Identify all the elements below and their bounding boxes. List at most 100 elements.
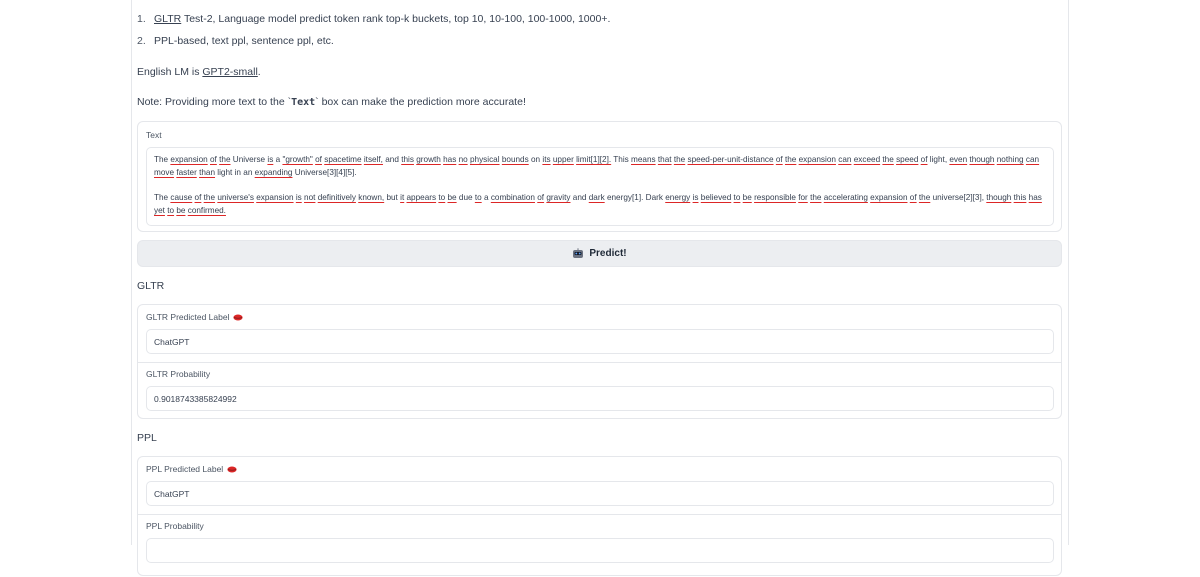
text-token: yet bbox=[154, 205, 165, 215]
text-token: is bbox=[267, 155, 274, 164]
text-token: faster bbox=[176, 167, 197, 177]
gltr-probability-title: GLTR Probability bbox=[146, 369, 211, 379]
text-token: appears bbox=[406, 193, 437, 203]
text-token: than bbox=[199, 167, 216, 177]
text-token: an bbox=[243, 167, 253, 177]
text-token: combination bbox=[490, 193, 535, 203]
text-token: expansion bbox=[798, 155, 836, 164]
gltr-predicted-label-title: GLTR Predicted Label bbox=[146, 312, 244, 322]
text-token: bounds bbox=[501, 155, 529, 164]
text-token: means bbox=[631, 155, 656, 164]
text-token: it bbox=[400, 193, 405, 203]
text-token: this bbox=[401, 155, 414, 164]
list-text-rest: Test-2, Language model predict token ran… bbox=[181, 13, 611, 25]
gltr-probability-value[interactable]: 0.9018743385824992 bbox=[146, 386, 1054, 411]
ppl-predicted-label-field: PPL Predicted Label ChatGPT bbox=[138, 457, 1061, 514]
text-card: Text The expansion of the Universe is a … bbox=[137, 121, 1062, 232]
text-token: light, bbox=[929, 155, 948, 164]
text-token: energy bbox=[665, 193, 691, 203]
text-token: the bbox=[918, 193, 931, 203]
text-token: nothing bbox=[996, 155, 1024, 164]
text-input[interactable]: The expansion of the Universe is a "grow… bbox=[146, 147, 1054, 226]
text-token: Universe[3][4][5]. bbox=[294, 167, 357, 177]
text-token: the bbox=[219, 155, 231, 164]
field-label-text: GLTR Predicted Label bbox=[146, 312, 230, 322]
lm-info: English LM is GPT2-small. bbox=[137, 66, 261, 78]
text-token: in bbox=[234, 167, 241, 177]
text-token: speed bbox=[896, 155, 919, 164]
text-token: can bbox=[1025, 155, 1040, 164]
text-token: can bbox=[838, 155, 852, 164]
text-token: though bbox=[969, 155, 995, 164]
lm-prefix: English LM is bbox=[137, 66, 203, 78]
text-token: to bbox=[438, 193, 446, 203]
text-token: the bbox=[810, 193, 822, 203]
text-token: the bbox=[203, 193, 216, 203]
lm-suffix: . bbox=[257, 66, 261, 78]
text-token: the bbox=[882, 155, 894, 164]
list-number: 1. bbox=[137, 13, 146, 25]
text-token: but bbox=[386, 193, 398, 203]
text-token: gravity bbox=[546, 193, 571, 203]
gltr-predicted-label-value[interactable]: ChatGPT bbox=[146, 329, 1054, 354]
text-token: of bbox=[315, 155, 322, 164]
text-token: the bbox=[784, 155, 797, 164]
text-token: be bbox=[447, 193, 457, 203]
text-token: itself, bbox=[363, 155, 383, 164]
text-token: The bbox=[154, 155, 169, 164]
text-token: growth bbox=[416, 155, 441, 164]
text-token: Dark bbox=[645, 193, 663, 203]
predict-label: Predict! bbox=[589, 248, 627, 259]
text-token: This bbox=[613, 155, 629, 164]
text-token: a bbox=[275, 155, 281, 164]
predict-button[interactable]: Predict! bbox=[137, 240, 1062, 267]
text-token: "growth" bbox=[282, 155, 313, 164]
gltr-predicted-label-field: GLTR Predicted Label ChatGPT bbox=[138, 305, 1061, 362]
notes-list: 1. GLTR Test-2, Language model predict t… bbox=[137, 12, 1062, 56]
text-token: due bbox=[458, 193, 473, 203]
text-token: for bbox=[798, 193, 808, 203]
ppl-title: PPL bbox=[137, 432, 157, 444]
text-label: Text bbox=[146, 130, 162, 140]
text-token: of bbox=[775, 155, 783, 164]
list-text: PPL-based, text ppl, sentence ppl, etc. bbox=[154, 35, 334, 47]
text-token: a bbox=[483, 193, 489, 203]
text-token: its bbox=[542, 155, 551, 164]
text-token: definitively bbox=[317, 193, 356, 203]
text-token: of bbox=[909, 193, 917, 203]
list-number: 2. bbox=[137, 35, 146, 47]
text-token: universe[2][3], bbox=[932, 193, 985, 203]
text-token: universe's bbox=[217, 193, 254, 203]
lips-emoji-icon bbox=[227, 466, 237, 473]
text-token: be bbox=[176, 205, 186, 215]
text-token: to bbox=[733, 193, 741, 203]
text-token: on bbox=[531, 155, 541, 164]
note-prefix: Note: Providing more text to the ` bbox=[137, 96, 292, 108]
text-token: dark bbox=[588, 193, 605, 203]
text-token: of bbox=[194, 193, 202, 203]
note-code: Text bbox=[291, 97, 316, 108]
list-text: GLTR Test-2, Language model predict toke… bbox=[154, 12, 610, 34]
text-paragraph-2: The cause of the universe's expansion is… bbox=[154, 192, 1046, 217]
gpt2-link[interactable]: GPT2-small bbox=[202, 66, 257, 78]
note-suffix: ` box can make the prediction more accur… bbox=[315, 96, 526, 108]
text-token: is bbox=[692, 193, 699, 203]
ppl-predicted-label-value[interactable]: ChatGPT bbox=[146, 481, 1054, 506]
text-token: of bbox=[537, 193, 545, 203]
text-token: exceed bbox=[853, 155, 881, 164]
text-token: energy[1]. bbox=[606, 193, 644, 203]
ppl-probability-value[interactable] bbox=[146, 538, 1054, 563]
text-token: be bbox=[742, 193, 752, 203]
text-token: though bbox=[986, 193, 1012, 203]
app-container: 1. GLTR Test-2, Language model predict t… bbox=[131, 0, 1069, 576]
text-token: no bbox=[458, 155, 468, 164]
text-token: Universe bbox=[232, 155, 266, 164]
text-token: and bbox=[385, 155, 399, 164]
text-token: and bbox=[572, 193, 587, 203]
text-token: has bbox=[443, 155, 457, 164]
text-token: spacetime bbox=[324, 155, 362, 164]
text-token: of bbox=[210, 155, 217, 164]
ppl-probability-field: PPL Probability bbox=[138, 514, 1061, 577]
gltr-group: GLTR Predicted Label ChatGPT GLTR Probab… bbox=[137, 304, 1062, 419]
gltr-link[interactable]: GLTR bbox=[154, 13, 181, 25]
